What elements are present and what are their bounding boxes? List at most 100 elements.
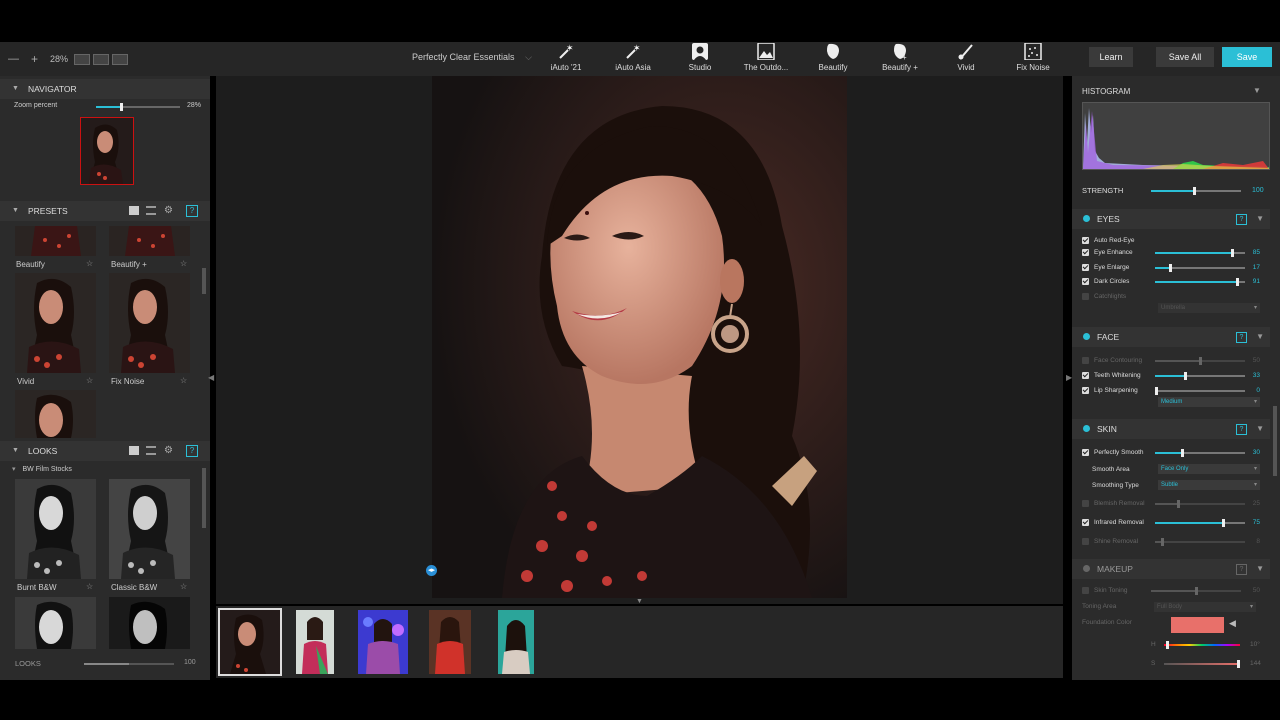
teeth-whitening-row[interactable]: Teeth Whitening 33 [1072, 369, 1270, 383]
skin-toning-slider[interactable] [1151, 587, 1241, 595]
smooth-area-dropdown[interactable]: Face Only ▾ [1158, 464, 1260, 474]
help-icon[interactable]: ? [186, 205, 198, 217]
blemish-removal-checkbox[interactable] [1082, 500, 1089, 507]
eye-enhance-row[interactable]: Eye Enhance 85 [1072, 246, 1270, 260]
help-icon[interactable]: ? [1236, 424, 1247, 435]
eye-enlarge-knob[interactable] [1169, 264, 1172, 272]
shine-removal-slider[interactable] [1155, 538, 1245, 546]
face-contouring-knob[interactable] [1199, 357, 1202, 365]
shine-removal-knob[interactable] [1161, 538, 1164, 546]
blemish-removal-knob[interactable] [1177, 500, 1180, 508]
section-toggle-icon[interactable] [1083, 565, 1090, 572]
eye-enlarge-row[interactable]: Eye Enlarge 17 [1072, 261, 1270, 275]
star-icon[interactable]: ☆ [180, 582, 187, 591]
zoom-in-icon[interactable]: + [31, 52, 38, 66]
catchlights-dropdown[interactable]: Umbrella ▾ [1158, 303, 1260, 313]
tool-iauto-asia[interactable]: ✶ iAuto Asia [603, 42, 663, 76]
eyes-section-header[interactable]: EYES ? ▼ [1072, 209, 1270, 229]
looks-scrollbar[interactable] [202, 468, 206, 528]
smoothing-type-dropdown[interactable]: Subtle ▾ [1158, 480, 1260, 490]
tool-outdoors[interactable]: The Outdo... [736, 42, 796, 76]
zoom-out-icon[interactable]: — [8, 53, 19, 65]
eye-enlarge-slider[interactable] [1155, 264, 1245, 272]
learn-button[interactable]: Learn [1089, 47, 1133, 67]
strength-slider[interactable] [1151, 187, 1241, 195]
grid-view-icon[interactable] [129, 446, 139, 455]
teeth-whitening-slider[interactable] [1155, 372, 1245, 380]
color-picker-arrow-icon[interactable]: ◀ [1229, 618, 1236, 629]
lip-sharpening-dropdown[interactable]: Medium ▾ [1158, 397, 1260, 407]
hue-slider[interactable] [1164, 641, 1240, 649]
look-thumb-next-2[interactable] [109, 597, 190, 649]
histogram-collapse-icon[interactable]: ▼ [1253, 86, 1261, 95]
star-icon[interactable]: ☆ [86, 376, 93, 385]
section-toggle-icon[interactable] [1083, 333, 1090, 340]
teeth-whitening-checkbox[interactable] [1082, 372, 1089, 379]
lip-sharpening-row[interactable]: Lip Sharpening 0 [1072, 384, 1270, 398]
looks-strength-slider[interactable] [84, 663, 174, 665]
side-by-side-view-icon[interactable] [112, 53, 129, 65]
catchlights-row[interactable]: Catchlights [1072, 290, 1270, 304]
save-all-button[interactable]: Save All [1156, 47, 1214, 67]
eye-enhance-checkbox[interactable] [1082, 249, 1089, 256]
blemish-removal-row[interactable]: Blemish Removal 25 [1072, 497, 1270, 511]
navigator-preview[interactable] [80, 117, 134, 185]
tool-fix-noise[interactable]: Fix Noise [1003, 42, 1063, 76]
presets-header[interactable]: ▼ PRESETS ⚙ ? [0, 201, 210, 221]
section-toggle-icon[interactable] [1083, 425, 1090, 432]
navigator-header[interactable]: ▼ NAVIGATOR [0, 79, 210, 99]
toning-area-dropdown[interactable]: Full Body ▾ [1154, 602, 1256, 612]
help-icon[interactable]: ? [1236, 564, 1247, 575]
perfectly-smooth-row[interactable]: Perfectly Smooth 30 [1072, 446, 1270, 460]
filmstrip-thumb[interactable] [296, 610, 334, 674]
face-contouring-checkbox[interactable] [1082, 357, 1089, 364]
preset-thumb-fix-noise[interactable] [109, 273, 190, 373]
makeup-section-header[interactable]: MAKEUP ? ▼ [1072, 559, 1270, 579]
teeth-whitening-knob[interactable] [1184, 372, 1187, 380]
star-icon[interactable]: ☆ [86, 259, 93, 268]
skin-toning-checkbox[interactable] [1082, 587, 1089, 594]
main-photo[interactable] [432, 76, 847, 598]
dark-circles-slider[interactable] [1155, 278, 1245, 286]
filmstrip-thumb[interactable] [429, 610, 471, 674]
catchlights-checkbox[interactable] [1082, 293, 1089, 300]
single-view-icon[interactable] [74, 53, 91, 65]
list-view-icon[interactable] [146, 446, 156, 455]
help-icon[interactable]: ? [1236, 332, 1247, 343]
perfectly-smooth-slider[interactable] [1155, 449, 1245, 457]
gear-icon[interactable]: ⚙ [164, 441, 173, 461]
presets-scrollbar[interactable] [202, 268, 206, 294]
preset-thumb-beautify-plus[interactable] [109, 226, 190, 256]
lip-sharpening-slider[interactable] [1155, 387, 1245, 395]
tool-studio[interactable]: Studio [670, 42, 730, 76]
tool-iauto21[interactable]: ✶ iAuto '21 [536, 42, 596, 76]
list-view-icon[interactable] [146, 206, 156, 215]
right-panel-scrollbar[interactable] [1273, 406, 1277, 476]
save-button[interactable]: Save [1222, 47, 1272, 67]
section-toggle-icon[interactable] [1083, 215, 1090, 222]
perfectly-smooth-knob[interactable] [1181, 449, 1184, 457]
skin-toning-knob[interactable] [1195, 587, 1198, 595]
tool-vivid[interactable]: Vivid [936, 42, 996, 76]
tool-beautify[interactable]: Beautify [803, 42, 863, 76]
help-icon[interactable]: ? [186, 445, 198, 457]
star-icon[interactable]: ☆ [180, 376, 187, 385]
infrared-removal-checkbox[interactable] [1082, 519, 1089, 526]
infrared-removal-slider[interactable] [1155, 519, 1245, 527]
skin-section-header[interactable]: SKIN ? ▼ [1072, 419, 1270, 439]
strength-knob[interactable] [1193, 187, 1196, 195]
hue-knob[interactable] [1166, 641, 1169, 649]
navigator-zoom-knob[interactable] [120, 103, 123, 111]
filmstrip-thumb[interactable] [358, 610, 408, 674]
look-thumb-burnt-bw[interactable] [15, 479, 96, 579]
blemish-removal-slider[interactable] [1155, 500, 1245, 508]
foundation-color-swatch[interactable] [1171, 617, 1224, 633]
collapse-left-panel-icon[interactable]: ◀ [208, 373, 214, 382]
filmstrip-thumb[interactable] [498, 610, 534, 674]
collapse-arrow-icon[interactable]: ▼ [1256, 559, 1264, 579]
auto-red-eye-checkbox[interactable] [1082, 237, 1089, 244]
zoom-level[interactable]: 28% [50, 54, 68, 64]
look-thumb-classic-bw[interactable] [109, 479, 190, 579]
saturation-slider[interactable] [1164, 660, 1240, 668]
star-icon[interactable]: ☆ [86, 582, 93, 591]
